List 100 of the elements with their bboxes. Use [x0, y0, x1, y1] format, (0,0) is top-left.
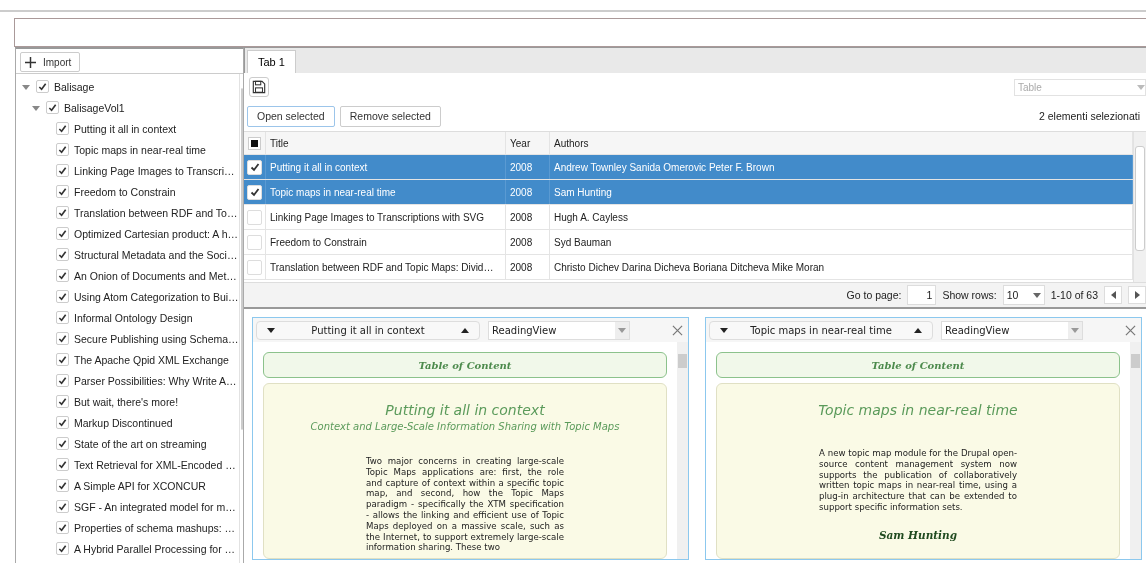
tree-item[interactable]: Freedom to Constrain	[74, 185, 176, 198]
table-cell: Topic maps in near-real time	[266, 180, 506, 204]
caret-icon	[618, 327, 626, 333]
checkbox[interactable]	[36, 80, 49, 93]
close-icon[interactable]	[672, 324, 683, 336]
row-checkbox[interactable]	[247, 259, 262, 275]
document-dropdown[interactable]: Putting it all in context	[256, 320, 480, 340]
scrollbar[interactable]	[1130, 342, 1141, 559]
table-row[interactable]: Translation between RDF and Topic Maps: Divid… 2008 Christo Dichev Darina Dicheva Boriana Ditcheva Mike Moran	[244, 255, 1133, 280]
tree-item[interactable]: Balisage	[54, 80, 95, 93]
checkbox[interactable]	[56, 227, 69, 240]
checkbox[interactable]	[56, 479, 69, 492]
tree-item[interactable]: Topic maps in near-real time	[74, 143, 206, 156]
scrollbar[interactable]	[1133, 132, 1146, 282]
checkbox[interactable]	[56, 122, 69, 135]
tree-item[interactable]: Using Atom Categorization to Bui…	[74, 290, 239, 303]
expand-arrow-icon[interactable]	[32, 103, 40, 112]
checkbox[interactable]	[56, 458, 69, 471]
caret-icon	[1137, 84, 1145, 90]
table-cell: 2008	[506, 180, 550, 204]
tree-item[interactable]: An Onion of Documents and Met…	[74, 269, 237, 282]
checkbox[interactable]	[56, 416, 69, 429]
column-header[interactable]: Year	[506, 132, 550, 154]
checkbox[interactable]	[56, 542, 69, 555]
table-cell: 2008	[506, 230, 550, 254]
checkbox[interactable]	[56, 332, 69, 345]
rows-dropdown[interactable]: 10	[1002, 285, 1045, 305]
row-checkbox[interactable]	[247, 209, 262, 225]
checkbox[interactable]	[56, 143, 69, 156]
tree-item[interactable]: Putting it all in context	[74, 122, 177, 135]
tree-item[interactable]: The Apache Qpid XML Exchange	[74, 353, 229, 366]
checkbox[interactable]	[56, 290, 69, 303]
document-title: Topic maps in near-real time	[818, 402, 1018, 418]
caret-icon	[1032, 292, 1041, 298]
select-all-checkbox[interactable]	[248, 136, 261, 150]
tree-item[interactable]: State of the art on streaming	[74, 437, 207, 450]
checkbox[interactable]	[56, 521, 69, 534]
checkbox[interactable]	[56, 185, 69, 198]
caret-icon	[1071, 327, 1079, 333]
table-cell: Linking Page Images to Transcriptions with SVG	[266, 205, 506, 229]
show-rows-label: Show rows:	[942, 289, 997, 301]
import-button[interactable]: Import	[20, 52, 81, 72]
document-dropdown[interactable]: Topic maps in near-real time	[709, 320, 933, 340]
checkbox[interactable]	[56, 248, 69, 261]
tree-item[interactable]: Structural Metadata and the Soci…	[74, 248, 238, 261]
table-of-content-button[interactable]: Table of Content	[263, 352, 667, 378]
checkbox[interactable]	[56, 353, 69, 366]
left-arrow-icon	[1110, 291, 1116, 299]
expand-arrow-icon[interactable]	[22, 82, 30, 91]
previous-page-button[interactable]	[1104, 286, 1122, 304]
scrollbar[interactable]	[677, 342, 688, 559]
tree-item[interactable]: Informal Ontology Design	[74, 311, 193, 324]
abstract-text: Two major concerns in creating large-scale Topic Maps applications are: first, the role and capture of context within a specific topic map, and second, how the Topic Maps paradigm - specifically the XTM specification - allows the linking and efficient use of Topic Maps deployed on a massive scale, such as the Internet, to support extremely large-scale information sharing. These two	[366, 456, 564, 554]
up-triangle-icon	[914, 327, 922, 333]
view-mode-dropdown[interactable]: ReadingView	[941, 320, 1083, 340]
tree-item[interactable]: A Simple API for XCONCUR	[74, 479, 206, 492]
plus-icon	[25, 56, 36, 68]
tree-item[interactable]: Properties of schema mashups: …	[74, 521, 236, 534]
checkbox[interactable]	[56, 311, 69, 324]
page-input[interactable]: 1	[907, 285, 937, 305]
column-header[interactable]: Title	[266, 132, 506, 154]
table-row[interactable]: Putting it all in context 2008 Andrew Townley Sanida Omerovic Peter F. Brown	[244, 155, 1133, 180]
row-checkbox[interactable]	[247, 184, 262, 200]
table-of-content-button[interactable]: Table of Content	[716, 352, 1120, 378]
tree-item[interactable]: Markup Discontinued	[74, 416, 173, 429]
tree-item[interactable]: A Hybrid Parallel Processing for …	[74, 542, 236, 555]
checkbox[interactable]	[56, 437, 69, 450]
checkbox[interactable]	[56, 164, 69, 177]
table-row[interactable]: Linking Page Images to Transcriptions with SVG 2008 Hugh A. Cayless	[244, 205, 1133, 230]
action-button[interactable]: Remove selected	[339, 105, 441, 127]
up-triangle-icon	[461, 327, 469, 333]
tree-item[interactable]: Text Retrieval for XML-Encoded …	[74, 458, 236, 471]
tree-item[interactable]: But wait, there's more!	[74, 395, 179, 408]
save-button[interactable]	[249, 77, 269, 97]
checkbox[interactable]	[56, 269, 69, 282]
table-cell: Freedom to Constrain	[266, 230, 506, 254]
next-page-button[interactable]	[1128, 286, 1146, 304]
tab[interactable]: Tab 1	[247, 50, 296, 73]
checkbox[interactable]	[56, 206, 69, 219]
checkbox[interactable]	[56, 395, 69, 408]
tree-item[interactable]: BalisageVol1	[64, 101, 125, 114]
tree-item[interactable]: Translation between RDF and To…	[74, 206, 238, 219]
tree-item[interactable]: Parser Possibilities: Why Write A…	[74, 374, 237, 387]
action-button[interactable]: Open selected	[247, 105, 335, 127]
checkbox[interactable]	[46, 101, 59, 114]
row-checkbox[interactable]	[247, 159, 262, 175]
row-checkbox[interactable]	[247, 234, 262, 250]
view-mode-dropdown[interactable]: ReadingView	[488, 320, 630, 340]
scrollbar[interactable]	[238, 74, 240, 563]
document-title: Putting it all in context	[385, 402, 545, 418]
table-row[interactable]: Topic maps in near-real time 2008 Sam Hunting	[244, 180, 1133, 205]
tree-item[interactable]: Secure Publishing using Schema…	[74, 332, 239, 345]
tree-item[interactable]: SGF - An integrated model for m…	[74, 500, 236, 513]
tree-item[interactable]: Optimized Cartesian product: A h…	[74, 227, 238, 240]
close-icon[interactable]	[1125, 324, 1136, 336]
checkbox[interactable]	[56, 374, 69, 387]
table-row[interactable]: Freedom to Constrain 2008 Syd Bauman	[244, 230, 1133, 255]
checkbox[interactable]	[56, 500, 69, 513]
tree-item[interactable]: Linking Page Images to Transcri…	[74, 164, 235, 177]
page-range: 1-10 of 63	[1050, 289, 1098, 301]
